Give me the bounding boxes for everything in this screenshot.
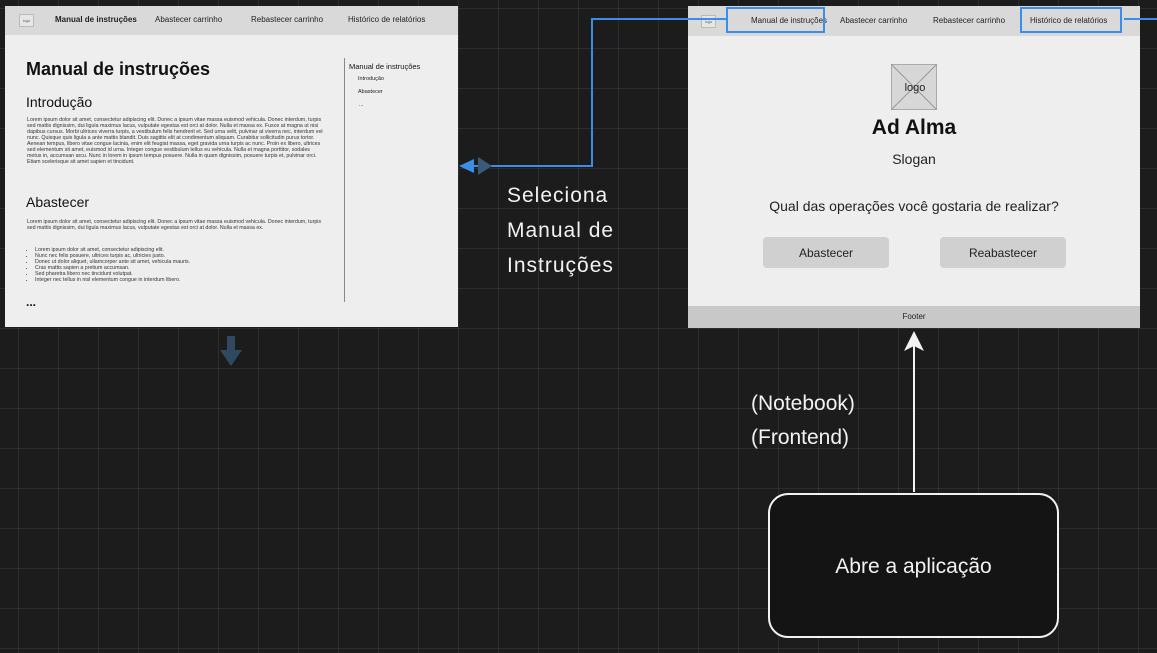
select-manual-arrowhead bbox=[459, 159, 474, 173]
annotation-line: Seleciona bbox=[507, 184, 609, 207]
annotation-line: Manual de bbox=[507, 219, 615, 242]
select-manual-arrow-shadow bbox=[478, 157, 492, 175]
start-node: Abre a aplicação bbox=[768, 493, 1059, 638]
down-arrow-icon bbox=[220, 336, 242, 366]
annotation-select-manual: Seleciona Manual de Instruções bbox=[507, 178, 614, 283]
annotation-frontend: (Frontend) bbox=[751, 426, 850, 449]
annotation-notebook: (Notebook) bbox=[751, 392, 855, 415]
start-node-label: Abre a aplicação bbox=[835, 555, 992, 578]
select-manual-connector bbox=[470, 18, 726, 167]
annotation-line: Instruções bbox=[507, 254, 614, 277]
